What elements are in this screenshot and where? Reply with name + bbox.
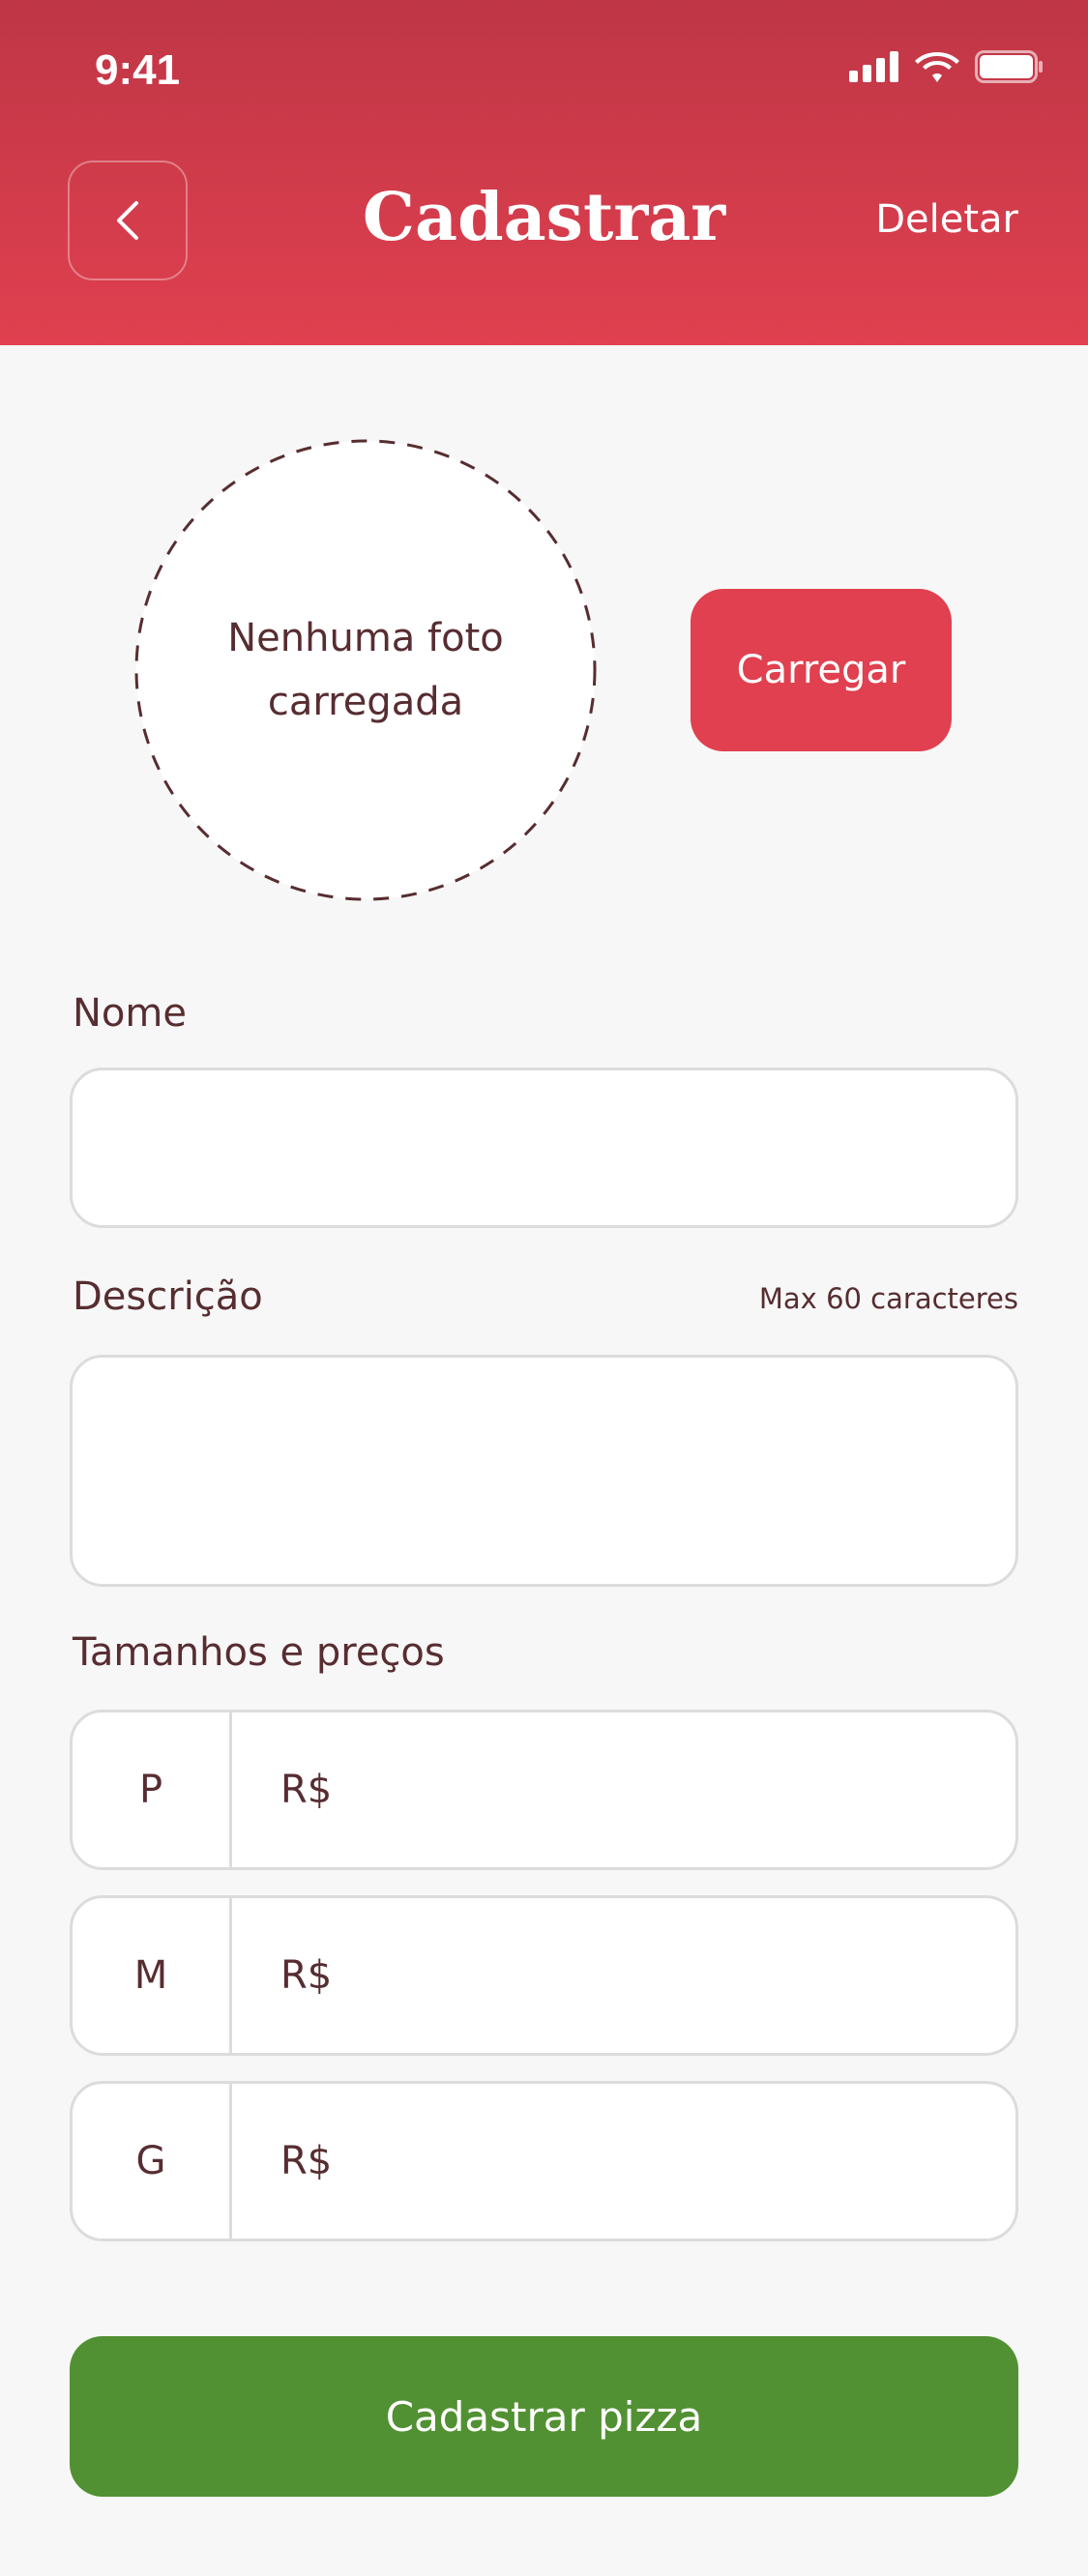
signal-icon xyxy=(849,51,898,82)
name-input[interactable] xyxy=(70,1068,1018,1228)
status-time: 9:41 xyxy=(95,46,181,94)
description-input[interactable] xyxy=(70,1355,1018,1587)
wifi-icon xyxy=(915,52,959,82)
battery-icon xyxy=(975,50,1043,83)
status-icons xyxy=(849,50,1044,83)
description-label: Descrição xyxy=(73,1274,263,1319)
currency-prefix: R$ xyxy=(280,1768,333,1812)
price-row-g: G R$ xyxy=(70,2081,1018,2241)
sizes-label: Tamanhos e preços xyxy=(73,1630,445,1675)
size-label-g: G xyxy=(73,2084,232,2239)
price-row-p: P R$ xyxy=(70,1710,1018,1870)
name-label: Nome xyxy=(73,991,187,1036)
photo-placeholder-text: Nenhuma foto carregada xyxy=(227,616,504,724)
pizza-register-screen: 9:41 Cadastrar Deletar Nenhuma foto carr… xyxy=(0,0,1088,2576)
size-label-m: M xyxy=(73,1898,232,2053)
currency-prefix: R$ xyxy=(280,1953,333,1998)
price-input-g[interactable]: R$ xyxy=(232,2084,1015,2239)
price-input-p[interactable]: R$ xyxy=(232,1712,1015,1867)
submit-pizza-button[interactable]: Cadastrar pizza xyxy=(70,2336,1018,2497)
price-input-m[interactable]: R$ xyxy=(232,1898,1015,2053)
upload-photo-button[interactable]: Carregar xyxy=(691,589,952,751)
photo-placeholder: Nenhuma foto carregada xyxy=(134,439,597,901)
header: 9:41 Cadastrar Deletar xyxy=(0,0,1088,345)
description-char-limit: Max 60 caracteres xyxy=(758,1282,1018,1315)
size-label-p: P xyxy=(73,1712,232,1867)
currency-prefix: R$ xyxy=(280,2139,333,2183)
price-row-m: M R$ xyxy=(70,1895,1018,2056)
delete-button[interactable]: Deletar xyxy=(875,197,1018,242)
